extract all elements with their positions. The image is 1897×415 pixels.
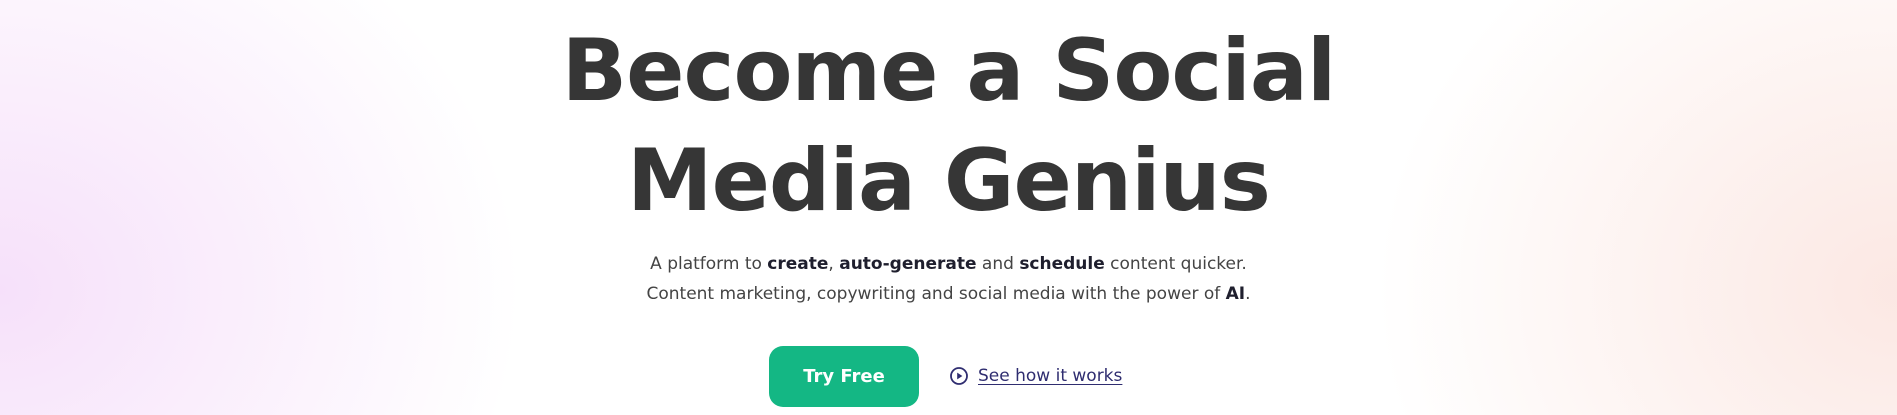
try-free-button[interactable]: Try Free [769,346,919,407]
subtitle-text: A platform to [650,254,768,274]
subtitle-text: , [828,254,840,274]
subtitle-emphasis-auto-generate: auto-generate [839,254,977,274]
subtitle-emphasis-schedule: schedule [1019,254,1105,274]
hero-headline-line-2: Media Genius [627,131,1271,231]
subtitle-text: Content marketing, copywriting and socia… [646,284,1226,304]
subtitle-text: and [976,254,1020,274]
hero-subtitle-line-1: A platform to create, auto-generate and … [0,252,1897,276]
play-circle-icon [949,366,969,386]
see-how-it-works-link[interactable]: See how it works [949,363,1122,389]
subtitle-text: content quicker. [1104,254,1247,274]
hero-subtitle-line-2: Content marketing, copywriting and socia… [0,282,1897,306]
subtitle-emphasis-create: create [767,254,829,274]
subtitle-text: . [1245,284,1251,304]
hero-section: Become a Social Media Genius A platform … [0,0,1897,415]
subtitle-emphasis-ai: AI [1225,284,1246,304]
see-how-it-works-label: See how it works [978,366,1123,386]
hero-headline-line-1: Become a Social [561,21,1337,121]
